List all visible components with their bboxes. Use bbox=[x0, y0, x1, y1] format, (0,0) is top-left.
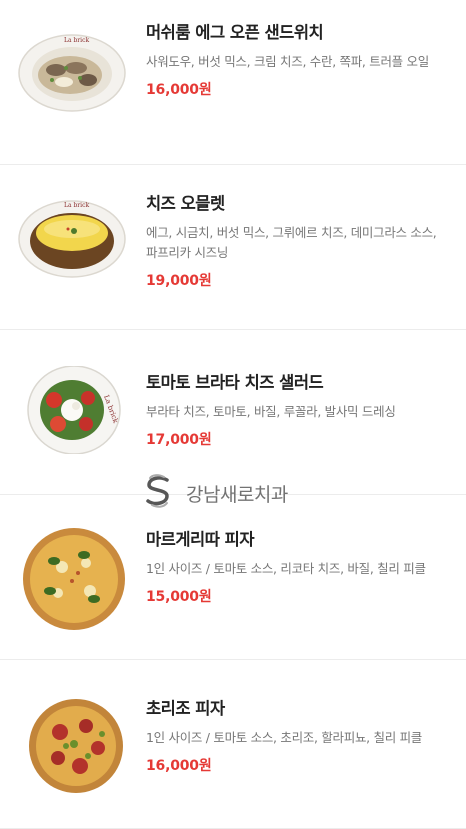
menu-item-chorizo-pizza[interactable]: 초리조 피자 1인 사이즈 / 토마토 소스, 초리조, 할라피뇨, 칠리 피클… bbox=[0, 660, 466, 829]
menu-item-price: 16,000원 bbox=[146, 82, 212, 98]
menu-item-price: 19,000원 bbox=[146, 273, 212, 289]
menu-item-description: 1인 사이즈 / 토마토 소스, 리코타 치즈, 바질, 칠리 피클 bbox=[146, 561, 426, 576]
margherita-pizza-image bbox=[22, 527, 126, 631]
menu-item-cheese-omelette[interactable]: La brick 치즈 오믈렛 에그, 시금치, 버섯 믹스, 그뤼에르 치즈,… bbox=[0, 165, 466, 330]
menu-item-tomato-burrata-salad[interactable]: La brick 토마토 브라타 치즈 샐러드 부라타 치즈, 토마토, 바질,… bbox=[0, 330, 466, 495]
menu-item-name: 마르게리따 피자 bbox=[146, 530, 255, 549]
menu-item-margherita-pizza[interactable]: 마르게리따 피자 1인 사이즈 / 토마토 소스, 리코타 치즈, 바질, 칠리… bbox=[0, 495, 466, 660]
menu-item-name: 토마토 브라타 치즈 샐러드 bbox=[146, 373, 324, 392]
menu-item-description: 에그, 시금치, 버섯 믹스, 그뤼에르 치즈, 데미그라스 소스, 파프리카 … bbox=[146, 225, 437, 260]
menu-item-name: 치즈 오믈렛 bbox=[146, 194, 225, 213]
tomato-burrata-salad-image: La brick bbox=[18, 365, 126, 455]
clinic-logo-icon bbox=[140, 473, 176, 513]
menu-item-name: 머쉬룸 에그 오픈 샌드위치 bbox=[146, 23, 324, 42]
menu-item-description: 1인 사이즈 / 토마토 소스, 초리조, 할라피뇨, 칠리 피클 bbox=[146, 730, 422, 745]
watermark-text: 강남새로치과 bbox=[186, 483, 288, 506]
svg-text:La brick: La brick bbox=[64, 37, 89, 44]
chorizo-pizza-image bbox=[28, 698, 124, 794]
cheese-omelette-image: La brick bbox=[18, 193, 126, 281]
menu-item-mushroom-egg-sandwich[interactable]: La brick 머쉬룸 에그 오픈 샌드위치 사워도우, 버섯 믹스, 크림 … bbox=[0, 0, 466, 165]
menu-item-description: 부라타 치즈, 토마토, 바질, 루꼴라, 발사믹 드레싱 bbox=[146, 404, 396, 419]
menu-item-description: 사워도우, 버섯 믹스, 크림 치즈, 수란, 쪽파, 트러플 오일 bbox=[146, 54, 429, 69]
menu-item-name: 초리조 피자 bbox=[146, 699, 225, 718]
menu-item-price: 17,000원 bbox=[146, 432, 212, 448]
mushroom-egg-sandwich-image: La brick bbox=[18, 28, 126, 116]
svg-text:La brick: La brick bbox=[64, 202, 89, 209]
menu-item-price: 15,000원 bbox=[146, 589, 212, 605]
watermark: 강남새로치과 bbox=[140, 473, 288, 513]
menu-item-price: 16,000원 bbox=[146, 758, 212, 774]
